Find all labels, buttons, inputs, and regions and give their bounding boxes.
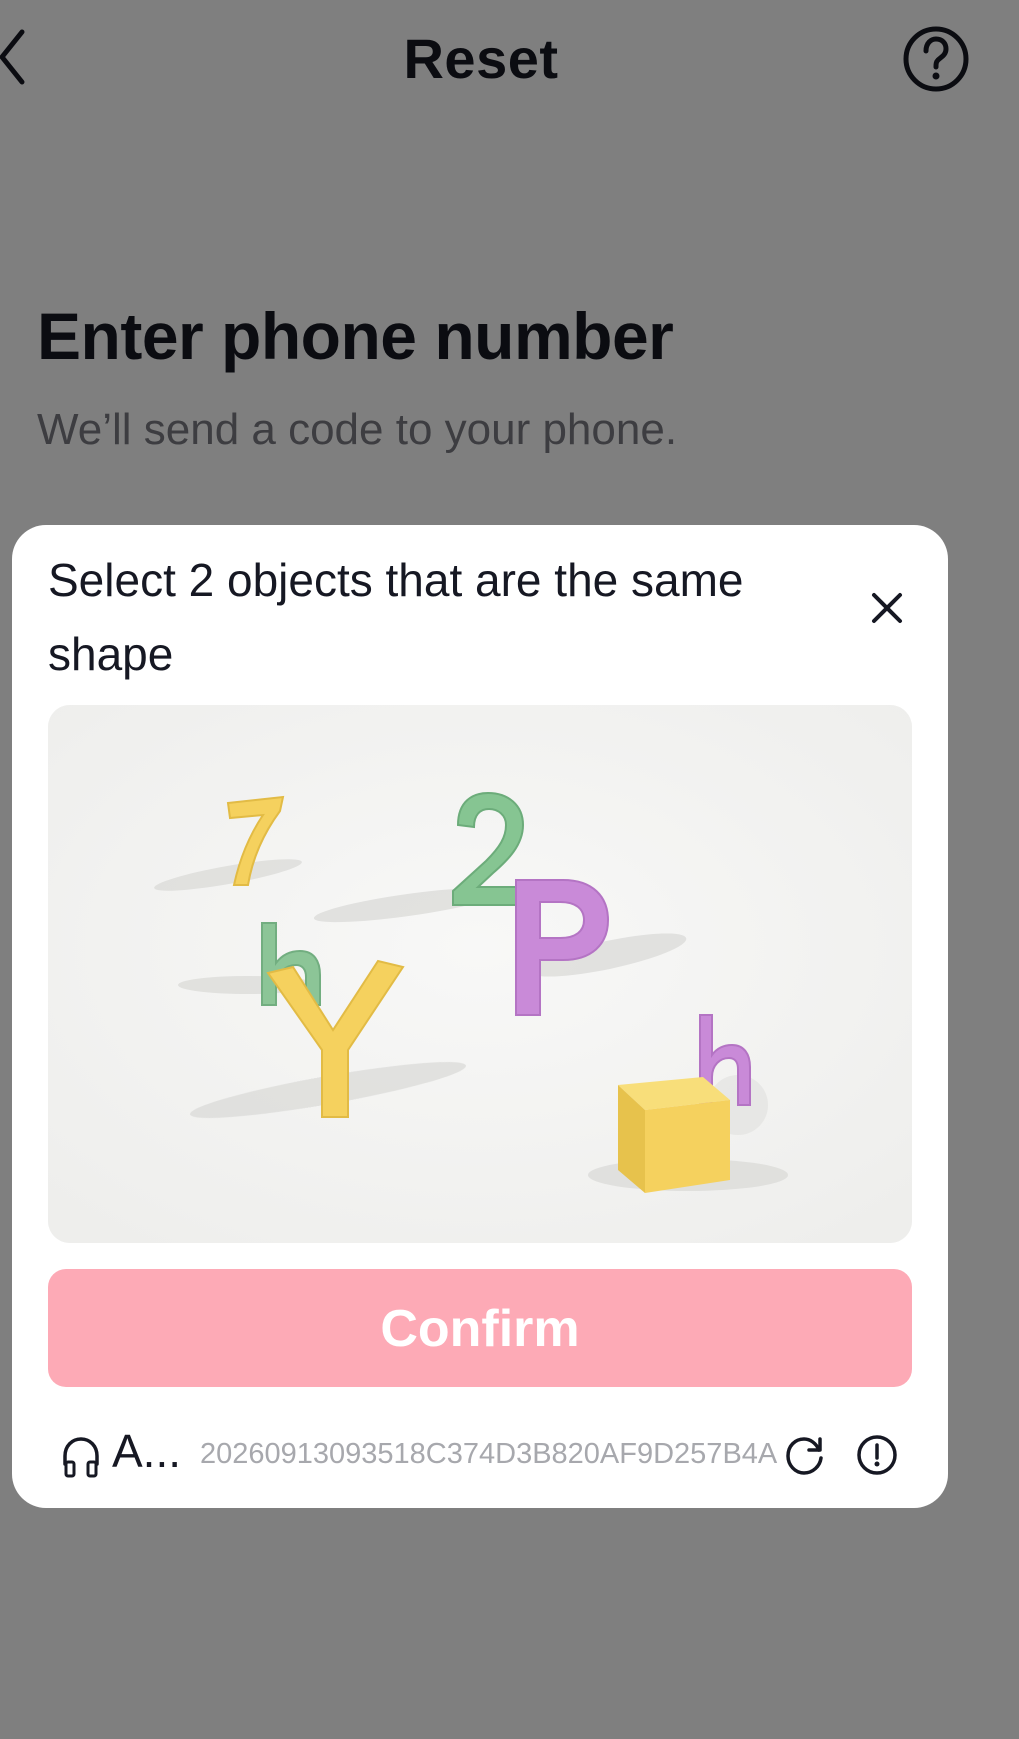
confirm-button[interactable]: Confirm (48, 1269, 912, 1387)
object-cube[interactable] (618, 1077, 730, 1193)
close-button[interactable] (862, 583, 912, 633)
captcha-modal: Select 2 objects that are the same shape (12, 525, 948, 1508)
info-circle-icon (857, 1435, 897, 1475)
report-button[interactable] (856, 1434, 898, 1476)
close-icon (872, 593, 902, 623)
audio-button[interactable] (60, 1434, 102, 1480)
headphones-icon (63, 1437, 99, 1478)
captcha-id: 20260913093518C374D3B820AF9D257B4A (200, 1438, 778, 1470)
refresh-icon (786, 1437, 823, 1475)
captcha-footer: A... 20260913093518C374D3B820AF9D257B4A (48, 1420, 912, 1490)
refresh-button[interactable] (783, 1434, 827, 1478)
captcha-scene (48, 705, 912, 1243)
audio-label[interactable]: A... (112, 1424, 181, 1478)
captcha-image[interactable] (48, 705, 912, 1243)
captcha-prompt: Select 2 objects that are the same shape (48, 554, 744, 680)
